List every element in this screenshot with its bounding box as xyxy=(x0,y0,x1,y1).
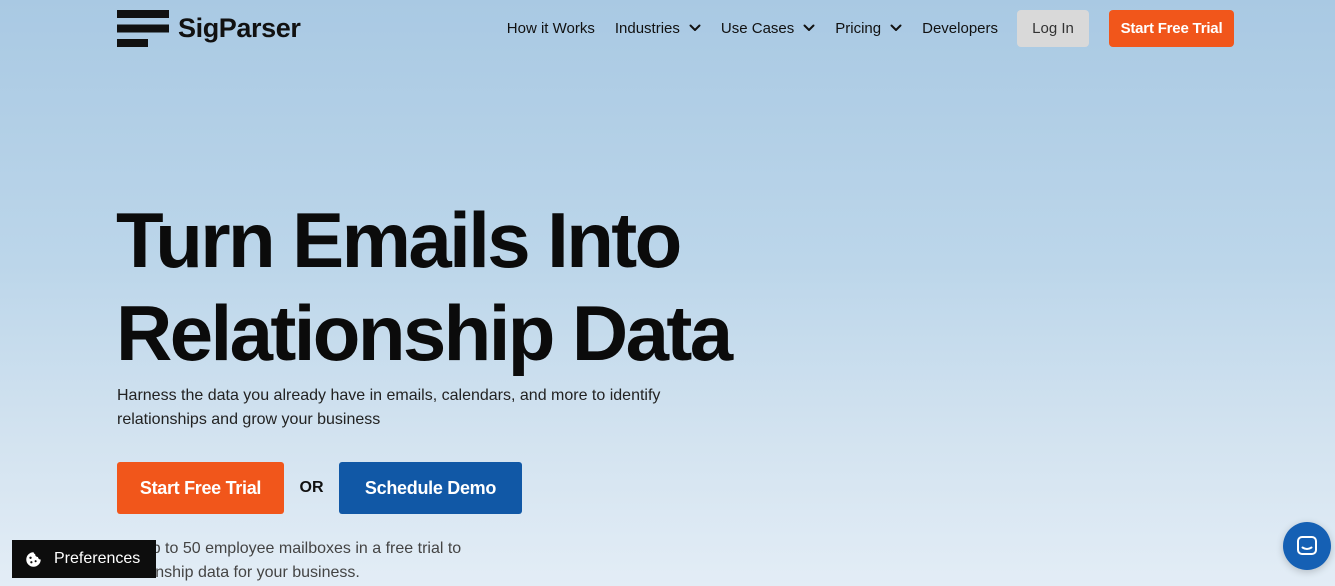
nav-item-developers[interactable]: Developers xyxy=(922,20,998,37)
stacked-bars-logo-icon xyxy=(117,9,169,47)
hero-title-line-1: Turn Emails Into xyxy=(116,196,682,284)
nav-item-pricing[interactable]: Pricing xyxy=(835,20,902,37)
chevron-down-icon xyxy=(689,24,701,31)
cta-row: Start Free Trial OR Schedule Demo xyxy=(117,462,522,514)
header-start-trial-button[interactable]: Start Free Trial xyxy=(1109,9,1234,47)
nav-item-industries[interactable]: Industries xyxy=(615,20,701,37)
nav-label: Use Cases xyxy=(720,19,795,37)
login-button[interactable]: Log In xyxy=(1017,9,1089,47)
chat-bubble-icon xyxy=(1297,536,1317,555)
logo[interactable]: SigParser xyxy=(117,9,301,47)
hero-start-trial-button[interactable]: Start Free Trial xyxy=(117,462,284,514)
nav-label: How it Works xyxy=(506,19,595,37)
hero-title: Turn Emails Into Relationship Data xyxy=(116,194,836,380)
nav-label: Industries xyxy=(614,19,680,37)
chevron-down-icon xyxy=(803,24,815,31)
nav-label: Pricing xyxy=(835,19,882,37)
nav-item-use-cases[interactable]: Use Cases xyxy=(721,20,815,37)
chevron-down-icon xyxy=(890,24,902,31)
chat-launcher-button[interactable] xyxy=(1283,522,1331,570)
schedule-demo-button[interactable]: Schedule Demo xyxy=(339,462,522,514)
hero-subtitle: Harness the data you already have in ema… xyxy=(117,387,661,428)
hero-title-line-2: Relationship Data xyxy=(116,289,733,377)
or-separator: OR xyxy=(299,479,324,496)
main-nav: How it Works Industries Use Cases Pricin… xyxy=(507,0,1234,56)
preferences-button[interactable]: Preferences xyxy=(12,540,156,578)
hero-note-line-1: ect up to 50 employee mailboxes in a fre… xyxy=(117,540,462,557)
site-header: SigParser How it Works Industries Use Ca… xyxy=(117,0,1234,56)
brand-name: SigParser xyxy=(178,12,301,43)
nav-item-how-it-works[interactable]: How it Works xyxy=(507,20,595,37)
preferences-label: Preferences xyxy=(54,550,141,567)
cookie-icon xyxy=(26,551,41,567)
nav-label: Developers xyxy=(922,19,998,37)
hero-note: ect up to 50 employee mailboxes in a fre… xyxy=(117,537,537,585)
